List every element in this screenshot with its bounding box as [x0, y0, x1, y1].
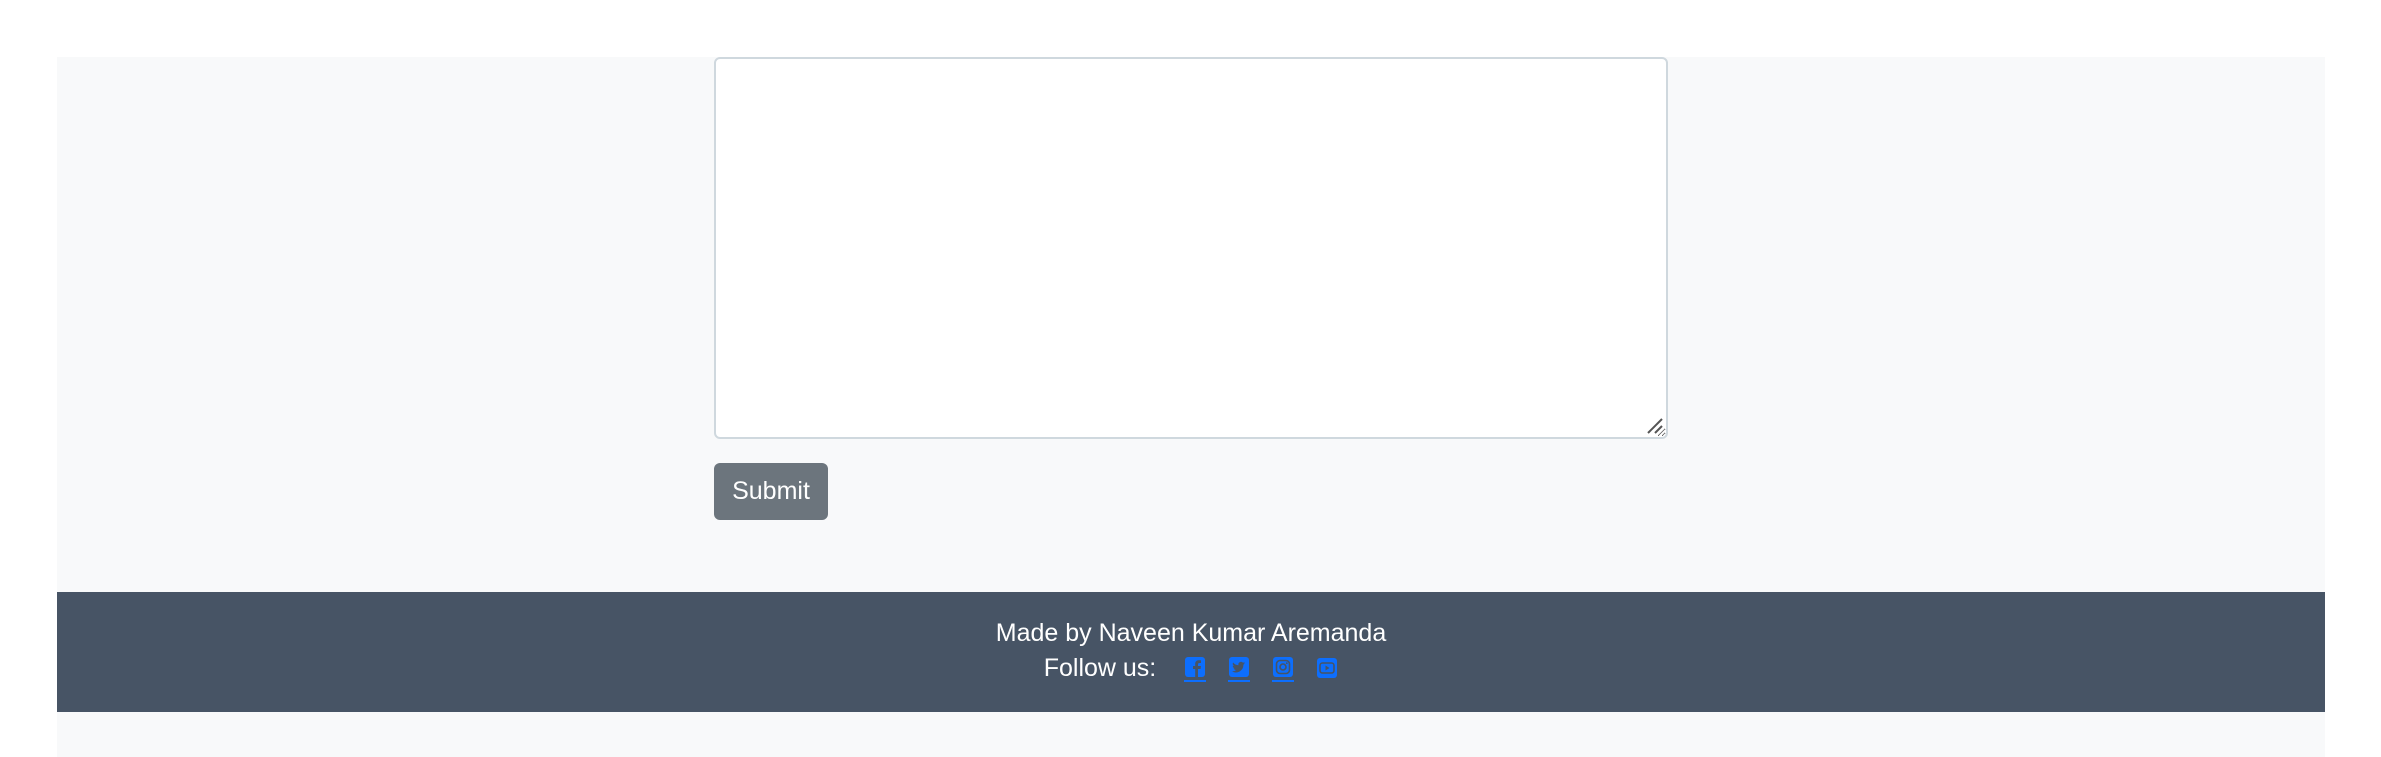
twitter-icon	[1229, 657, 1250, 677]
footer: Made by Naveen Kumar Aremanda Follow us:	[57, 592, 2325, 712]
instagram-icon	[1273, 657, 1294, 677]
bottom-strip	[57, 712, 2325, 757]
youtube-icon	[1317, 658, 1338, 678]
submit-button[interactable]: Submit	[714, 463, 828, 520]
follow-us-label: Follow us:	[1043, 654, 1157, 682]
footer-credit: Made by Naveen Kumar Aremanda	[995, 619, 1387, 647]
twitter-link[interactable]	[1228, 654, 1251, 682]
resize-grip-icon[interactable]	[1644, 415, 1664, 435]
message-textarea[interactable]	[714, 57, 1668, 439]
youtube-link[interactable]	[1316, 655, 1338, 681]
facebook-icon	[1185, 657, 1206, 677]
facebook-link[interactable]	[1184, 654, 1207, 682]
instagram-link[interactable]	[1272, 654, 1295, 682]
footer-follow: Follow us:	[57, 653, 2325, 683]
